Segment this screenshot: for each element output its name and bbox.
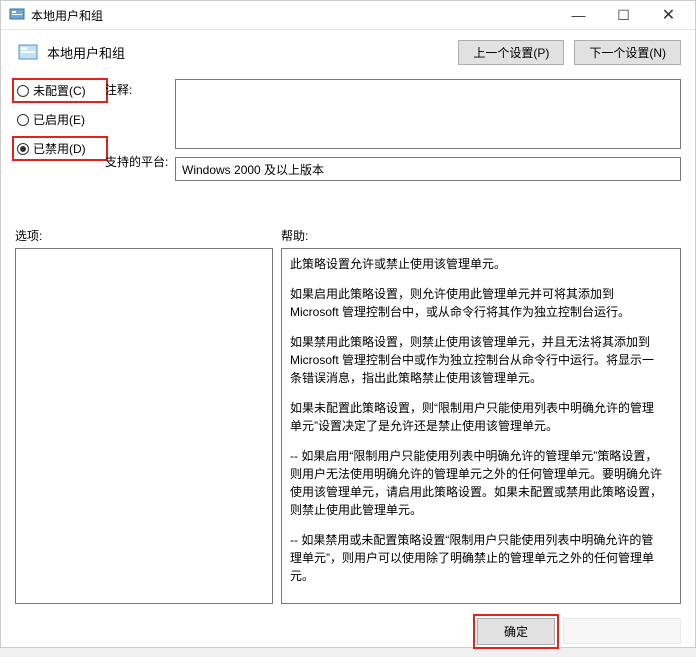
- radio-icon: [17, 114, 29, 126]
- help-text: 如果启用此策略设置，则允许使用此管理单元并可将其添加到 Microsoft 管理…: [290, 285, 662, 321]
- comment-label: 注释:: [105, 81, 175, 105]
- radio-label: 未配置(C): [33, 82, 86, 99]
- platform-field: Windows 2000 及以上版本: [175, 157, 681, 181]
- ok-button[interactable]: 确定: [477, 618, 555, 645]
- help-text: 如果禁用此策略设置，则禁止使用该管理单元，并且无法将其添加到 Microsoft…: [290, 333, 662, 387]
- titlebar: 本地用户和组 — ☐ ✕: [1, 1, 695, 30]
- radio-icon: [17, 85, 29, 97]
- radio-label: 已启用(E): [33, 111, 85, 128]
- options-label: 选项:: [15, 227, 281, 244]
- radio-label: 已禁用(D): [33, 140, 86, 157]
- help-text: 此策略设置允许或禁止使用该管理单元。: [290, 255, 662, 273]
- close-button[interactable]: ✕: [646, 1, 691, 29]
- radio-icon: [17, 143, 29, 155]
- platform-label: 支持的平台:: [105, 153, 175, 177]
- help-panel[interactable]: 此策略设置允许或禁止使用该管理单元。 如果启用此策略设置，则允许使用此管理单元并…: [281, 248, 681, 604]
- minimize-button[interactable]: —: [556, 1, 601, 29]
- maximize-button[interactable]: ☐: [601, 1, 646, 29]
- dialog-window: 本地用户和组 — ☐ ✕ 本地用户和组 上一个设置(P) 下一个设置(N) 未配…: [0, 0, 696, 648]
- radio-enabled[interactable]: 已启用(E): [15, 110, 105, 129]
- window-title: 本地用户和组: [29, 7, 103, 24]
- next-setting-button[interactable]: 下一个设置(N): [574, 40, 681, 65]
- prev-setting-button[interactable]: 上一个设置(P): [458, 40, 564, 65]
- radio-disabled[interactable]: 已禁用(D): [15, 139, 105, 158]
- help-text: -- 如果禁用或未配置策略设置“限制用户只能使用列表中明确允许的管理单元”，则用…: [290, 531, 662, 585]
- comment-textarea[interactable]: [175, 79, 681, 149]
- help-text: 如果未配置此策略设置，则“限制用户只能使用列表中明确允许的管理单元”设置决定了是…: [290, 399, 662, 435]
- options-panel: [15, 248, 273, 604]
- page-title: 本地用户和组: [43, 43, 458, 62]
- radio-not-configured[interactable]: 未配置(C): [15, 81, 105, 100]
- help-label: 帮助:: [281, 227, 681, 244]
- help-text: -- 如果启用“限制用户只能使用列表中明确允许的管理单元”策略设置，则用户无法使…: [290, 447, 662, 519]
- app-icon: [5, 7, 29, 23]
- secondary-button[interactable]: [563, 618, 681, 644]
- header-icon: [15, 42, 43, 64]
